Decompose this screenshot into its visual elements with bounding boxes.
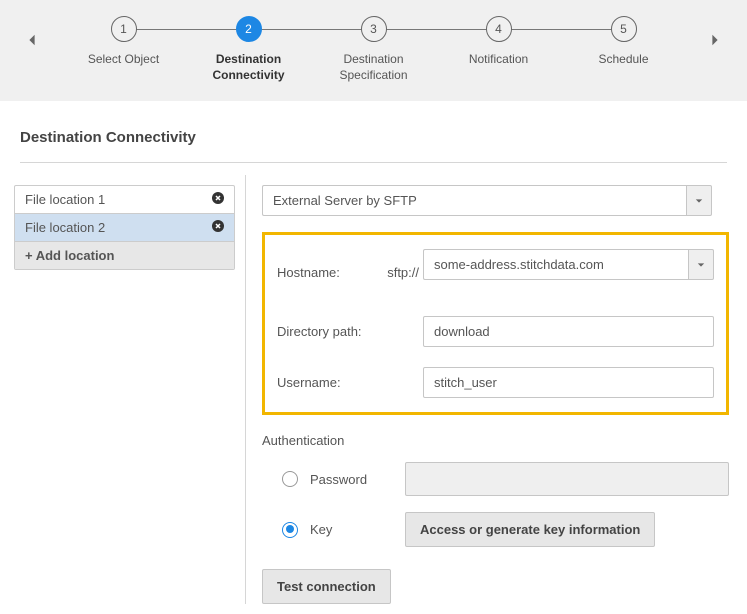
test-connection-button[interactable]: Test connection (262, 569, 391, 604)
username-row: Username: (277, 367, 714, 398)
step-connector (249, 29, 374, 30)
step-circle: 2 (236, 16, 262, 42)
destination-form: Hostname: sftp:// Directory path: Userna… (262, 185, 733, 604)
caret-down-icon (697, 261, 705, 269)
step-connector (499, 29, 624, 30)
step-circle: 3 (361, 16, 387, 42)
server-type-input[interactable] (262, 185, 686, 216)
hostname-prefix: sftp:// (387, 265, 423, 280)
step-label: Destination Connectivity (194, 52, 304, 83)
file-location-label: File location 1 (25, 192, 105, 207)
server-type-caret[interactable] (686, 185, 712, 216)
step-circle: 5 (611, 16, 637, 42)
auth-key-row: Key Access or generate key information (262, 512, 729, 547)
directory-label: Directory path: (277, 324, 387, 339)
key-radio-label: Key (310, 522, 405, 537)
step-1[interactable]: 1 Select Object (61, 16, 186, 68)
password-field-disabled (405, 462, 729, 496)
auth-password-row: Password (262, 462, 729, 496)
step-connector (374, 29, 499, 30)
stepper-prev-button[interactable] (20, 28, 44, 52)
page-title: Destination Connectivity (20, 129, 727, 146)
step-circle: 4 (486, 16, 512, 42)
add-location-label: + Add location (25, 248, 114, 263)
vertical-divider (245, 175, 246, 604)
hostname-caret[interactable] (688, 249, 714, 280)
step-connector (124, 29, 249, 30)
caret-down-icon (695, 197, 703, 205)
steps-container: 1 Select Object 2 Destination Connectivi… (14, 16, 733, 83)
step-3[interactable]: 3 Destination Specification (311, 16, 436, 83)
main-content: File location 1 File location 2 + Add lo… (0, 163, 747, 614)
server-type-select[interactable] (262, 185, 712, 216)
password-radio[interactable] (282, 471, 298, 487)
hostname-select[interactable] (423, 249, 714, 280)
step-label: Notification (469, 52, 528, 68)
password-radio-label: Password (310, 472, 405, 487)
hostname-row: Hostname: sftp:// (277, 249, 714, 296)
step-4[interactable]: 4 Notification (436, 16, 561, 68)
step-circle: 1 (111, 16, 137, 42)
section-header: Destination Connectivity (0, 101, 747, 162)
add-location-button[interactable]: + Add location (15, 242, 234, 269)
key-radio[interactable] (282, 522, 298, 538)
step-label: Schedule (598, 52, 648, 68)
step-5[interactable]: 5 Schedule (561, 16, 686, 68)
wizard-stepper: 1 Select Object 2 Destination Connectivi… (0, 0, 747, 101)
step-label: Select Object (88, 52, 159, 68)
hostname-input[interactable] (423, 249, 688, 280)
hostname-label: Hostname: (277, 265, 387, 280)
file-location-1[interactable]: File location 1 (15, 186, 234, 214)
chevron-right-icon (708, 33, 722, 47)
file-location-2[interactable]: File location 2 (15, 214, 234, 242)
key-info-button[interactable]: Access or generate key information (405, 512, 655, 547)
chevron-left-icon (25, 33, 39, 47)
directory-row: Directory path: (277, 316, 714, 347)
username-input[interactable] (423, 367, 714, 398)
close-icon[interactable] (212, 220, 224, 235)
step-2[interactable]: 2 Destination Connectivity (186, 16, 311, 83)
close-icon[interactable] (212, 192, 224, 207)
stepper-next-button[interactable] (703, 28, 727, 52)
file-location-list: File location 1 File location 2 + Add lo… (14, 185, 235, 270)
credentials-highlight-box: Hostname: sftp:// Directory path: Userna… (262, 232, 729, 415)
auth-section-title: Authentication (262, 433, 729, 448)
username-label: Username: (277, 375, 387, 390)
step-label: Destination Specification (319, 52, 429, 83)
directory-input[interactable] (423, 316, 714, 347)
file-location-label: File location 2 (25, 220, 105, 235)
